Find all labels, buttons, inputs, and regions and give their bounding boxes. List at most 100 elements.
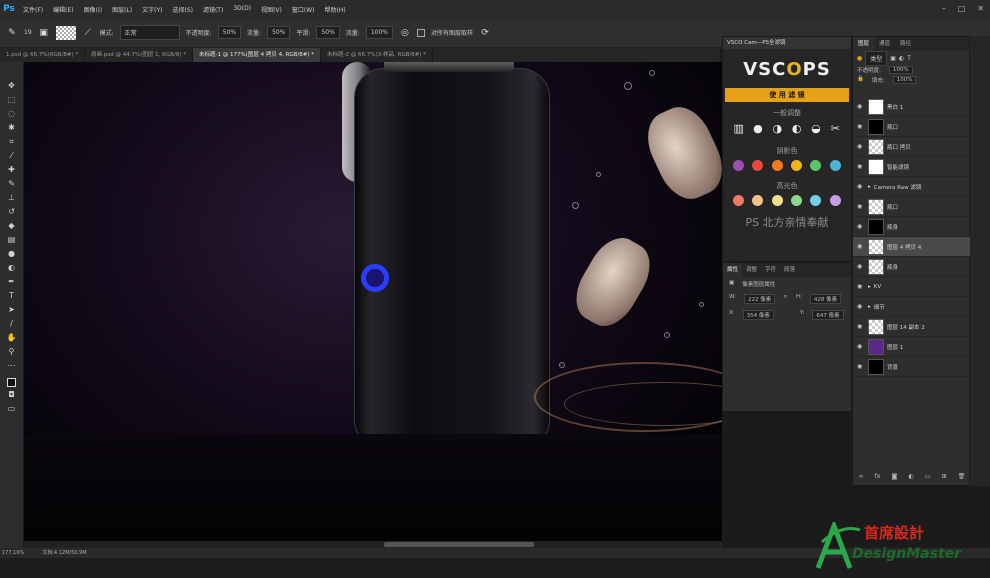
fx-icon[interactable]: fx	[875, 473, 881, 485]
properties-tab[interactable]: 段落	[780, 263, 799, 277]
highlight-color-swatch[interactable]	[771, 195, 783, 206]
mask-icon[interactable]: ◙	[891, 473, 897, 485]
layer-row[interactable]: ◉ 瓶身	[853, 257, 971, 277]
folder-icon[interactable]: ▸	[868, 284, 871, 290]
type-tool-icon[interactable]: T	[5, 290, 19, 302]
eyedropper-icon[interactable]: ⁄	[5, 150, 19, 162]
healing-tool-icon[interactable]: ✚	[5, 164, 19, 176]
shadow-color-swatch[interactable]	[771, 160, 783, 171]
scrollbar-thumb[interactable]	[384, 542, 534, 547]
properties-tab[interactable]: 调整	[742, 263, 761, 277]
pressure-icon[interactable]: ⟳	[479, 27, 491, 39]
hand-tool-icon[interactable]: ✋	[5, 332, 19, 344]
folder-icon[interactable]: ▸	[868, 184, 871, 190]
layer-row[interactable]: ◉ 瓶身	[853, 217, 971, 237]
visibility-eye-icon[interactable]: ◉	[857, 263, 865, 270]
sample-all-checkbox[interactable]	[416, 28, 425, 37]
highlight-color-swatch[interactable]	[791, 195, 803, 206]
layer-fill-field[interactable]: 100%	[892, 76, 917, 84]
shadow-color-swatch[interactable]	[791, 160, 803, 171]
document-tab[interactable]: 1.psd @ 66.7%(RGB/8#) *	[0, 48, 86, 62]
visibility-eye-icon[interactable]: ◉	[857, 303, 865, 310]
shadow-color-swatch[interactable]	[752, 160, 764, 171]
brush-preset-icon[interactable]: ▣	[38, 27, 50, 39]
use-filter-button[interactable]: 使 用 滤 镜	[725, 88, 849, 102]
stamp-tool-icon[interactable]: ⊥	[5, 192, 19, 204]
filter-type-icon[interactable]: T	[907, 55, 911, 62]
contrast-icon[interactable]: ◑	[770, 122, 784, 136]
target-icon[interactable]: ◎	[399, 27, 411, 39]
highlight-color-swatch[interactable]	[733, 195, 745, 206]
close-icon[interactable]: ✕	[977, 4, 984, 13]
mode-select[interactable]: 正常	[119, 25, 180, 40]
quick-select-icon[interactable]: ✱	[5, 122, 19, 134]
adjustment-icon[interactable]: ◐	[908, 473, 913, 485]
visibility-eye-icon[interactable]: ◉	[857, 323, 865, 330]
document-tab[interactable]: 未标题-2 @ 66.7%(3:样品, RGB/8#) *	[321, 48, 433, 62]
group-icon[interactable]: ▭	[925, 473, 931, 485]
menu-item[interactable]: 帮助(H)	[320, 5, 351, 14]
exposure-icon[interactable]: ◐	[790, 122, 804, 136]
screen-mode-icon[interactable]: ▭	[5, 403, 19, 415]
visibility-eye-icon[interactable]: ◉	[857, 343, 865, 350]
visibility-eye-icon[interactable]: ◉	[857, 283, 865, 290]
highlight-color-swatch[interactable]	[829, 195, 841, 206]
opacity-field[interactable]: 50%	[217, 26, 242, 39]
menu-item[interactable]: 窗口(W)	[287, 5, 320, 14]
shadow-color-swatch[interactable]	[733, 160, 745, 171]
properties-tab[interactable]: 字符	[761, 263, 780, 277]
flow-field[interactable]: 50%	[267, 26, 291, 39]
visibility-eye-icon[interactable]: ◉	[857, 243, 865, 250]
smoothing-field[interactable]: 50%	[316, 26, 340, 39]
minimize-icon[interactable]: –	[942, 4, 946, 13]
layer-filter-select[interactable]: 类型	[865, 50, 888, 66]
layer-row[interactable]: ◉ 图层 1	[853, 337, 971, 357]
circle-icon[interactable]: ●	[751, 122, 765, 136]
menu-item[interactable]: 滤镜(T)	[198, 5, 228, 14]
document-tab[interactable]: 未标题-1 @ 177%(图层 4 拷贝 4, RGB/8#) *	[192, 48, 322, 62]
quick-mask-icon[interactable]: ◘	[5, 389, 19, 401]
layer-row[interactable]: ◉ ▸ 细节	[853, 297, 971, 317]
folder-icon[interactable]: ▸	[868, 304, 871, 310]
layer-row[interactable]: ◉ 黑白 1	[853, 97, 971, 117]
marquee-tool-icon[interactable]: ⬚	[5, 94, 19, 106]
more-tools-icon[interactable]: ⋯	[5, 360, 19, 372]
zoom-tool-icon[interactable]: ⚲	[5, 346, 19, 358]
sample-swatch[interactable]	[55, 25, 76, 40]
horizontal-scrollbar[interactable]	[24, 541, 722, 548]
gradient-bars-icon[interactable]: ▥	[732, 122, 746, 136]
visibility-eye-icon[interactable]: ◉	[857, 123, 865, 130]
menu-item[interactable]: 3D(D)	[228, 5, 256, 14]
history-brush-icon[interactable]: ↺	[5, 206, 19, 218]
menu-item[interactable]: 图层(L)	[107, 5, 137, 14]
layer-row[interactable]: ◉ 背景	[853, 357, 971, 377]
visibility-eye-icon[interactable]: ◉	[857, 183, 865, 190]
document-canvas[interactable]	[24, 62, 722, 548]
shadow-color-swatch[interactable]	[829, 160, 841, 171]
lasso-tool-icon[interactable]: ◌	[5, 108, 19, 120]
airbrush-icon[interactable]: ⟋	[82, 27, 94, 39]
layer-row[interactable]: ◉ 智能滤镜	[853, 157, 971, 177]
eraser-icon[interactable]: ◆	[5, 220, 19, 232]
new-layer-icon[interactable]: ⊞	[942, 473, 947, 485]
highlight-color-swatch[interactable]	[752, 195, 764, 206]
visibility-eye-icon[interactable]: ◉	[857, 203, 865, 210]
scissors-icon[interactable]: ✂	[828, 122, 842, 136]
half-circle-icon[interactable]: ◒	[809, 122, 823, 136]
layer-row[interactable]: ◉ 瓶口	[853, 117, 971, 137]
layers-tab[interactable]: 通道	[874, 37, 895, 51]
shadow-color-swatch[interactable]	[810, 160, 822, 171]
filter-adjust-icon[interactable]: ◐	[899, 55, 904, 62]
layer-row[interactable]: ◉ 瓶口	[853, 197, 971, 217]
foreground-color-swatch[interactable]	[7, 378, 16, 387]
menu-item[interactable]: 视图(V)	[256, 5, 287, 14]
blur-tool-icon[interactable]: ●	[5, 248, 19, 260]
maximize-icon[interactable]: □	[958, 4, 966, 13]
visibility-eye-icon[interactable]: ◉	[857, 143, 865, 150]
flow2-field[interactable]: 100%	[365, 26, 393, 39]
document-tab[interactable]: 原画.psd @ 44.7%(图层 1, RGB/8) *	[85, 48, 193, 62]
layer-opacity-field[interactable]: 100%	[888, 66, 913, 74]
menu-item[interactable]: 文字(Y)	[137, 5, 167, 14]
brush-tool-icon[interactable]: ✎	[5, 178, 19, 190]
layer-row[interactable]: ◉ ▸ KV	[853, 277, 971, 297]
